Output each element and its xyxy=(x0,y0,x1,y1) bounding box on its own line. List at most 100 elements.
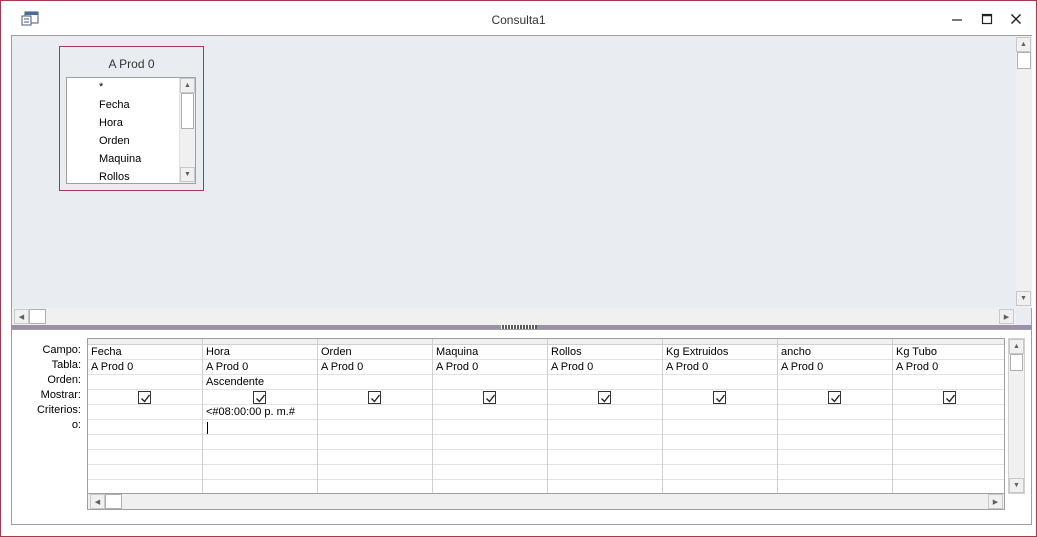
grid-vscrollbar[interactable]: ▲ ▼ xyxy=(1008,338,1025,494)
field-item-hora[interactable]: Hora xyxy=(99,117,123,129)
show-checkbox[interactable] xyxy=(828,391,841,404)
design-area-hscrollbar[interactable]: ◀ ▶ xyxy=(12,308,1016,325)
grid-cell-mostrar[interactable] xyxy=(433,390,547,405)
grid-cell-empty[interactable] xyxy=(433,450,547,465)
grid-cell-campo[interactable]: Rollos xyxy=(548,345,662,360)
scroll-right-arrow-icon[interactable]: ▶ xyxy=(988,494,1003,509)
grid-cell-tabla[interactable]: A Prod 0 xyxy=(663,360,777,375)
grid-cell-mostrar[interactable] xyxy=(203,390,317,405)
show-checkbox[interactable] xyxy=(253,391,266,404)
scroll-up-arrow-icon[interactable]: ▲ xyxy=(1016,37,1031,52)
grid-cell-empty[interactable] xyxy=(893,450,1004,465)
scroll-down-arrow-icon[interactable]: ▼ xyxy=(1009,478,1024,493)
minimize-button[interactable] xyxy=(943,7,971,31)
grid-cell-empty[interactable] xyxy=(893,465,1004,480)
grid-cell-mostrar[interactable] xyxy=(778,390,892,405)
grid-cell-orden[interactable]: Ascendente xyxy=(203,375,317,390)
grid-cell-empty[interactable] xyxy=(203,465,317,480)
grid-column[interactable]: Maquina A Prod 0 xyxy=(433,339,548,493)
scroll-down-arrow-icon[interactable]: ▼ xyxy=(180,167,195,182)
grid-cell-tabla[interactable]: A Prod 0 xyxy=(548,360,662,375)
grid-column[interactable]: Orden A Prod 0 xyxy=(318,339,433,493)
grid-cell-empty[interactable] xyxy=(88,480,202,493)
field-item-maquina[interactable]: Maquina xyxy=(99,153,141,165)
grid-cell-o[interactable] xyxy=(203,420,317,435)
grid-cell-empty[interactable] xyxy=(778,480,892,493)
grid-cell-empty[interactable] xyxy=(778,450,892,465)
grid-cell-orden[interactable] xyxy=(88,375,202,390)
grid-cell-empty[interactable] xyxy=(88,435,202,450)
grid-column[interactable]: ancho A Prod 0 xyxy=(778,339,893,493)
grid-cell-orden[interactable] xyxy=(548,375,662,390)
grid-cell-empty[interactable] xyxy=(778,435,892,450)
grid-cell-mostrar[interactable] xyxy=(88,390,202,405)
title-bar[interactable]: Consulta1 xyxy=(1,1,1036,35)
field-item-all[interactable]: * xyxy=(99,81,103,93)
show-checkbox[interactable] xyxy=(138,391,151,404)
field-list[interactable]: * Fecha Hora Orden Maquina Rollos ▲ ▼ xyxy=(66,77,196,184)
grid-column[interactable]: Kg Tubo A Prod 0 xyxy=(893,339,1004,493)
grid-cell-empty[interactable] xyxy=(548,480,662,493)
maximize-button[interactable] xyxy=(973,7,1001,31)
grid-cell-campo[interactable]: Fecha xyxy=(88,345,202,360)
grid-cell-campo[interactable]: Orden xyxy=(318,345,432,360)
grid-cell-empty[interactable] xyxy=(318,450,432,465)
grid-cell-mostrar[interactable] xyxy=(663,390,777,405)
scroll-left-arrow-icon[interactable]: ◀ xyxy=(90,494,105,509)
grid-cell-tabla[interactable]: A Prod 0 xyxy=(318,360,432,375)
grid-cell-orden[interactable] xyxy=(663,375,777,390)
grid-cell-tabla[interactable]: A Prod 0 xyxy=(893,360,1004,375)
grid-column[interactable]: Fecha A Prod 0 xyxy=(88,339,203,493)
grid-cell-campo[interactable]: ancho xyxy=(778,345,892,360)
grid-cell-empty[interactable] xyxy=(433,465,547,480)
grid-cell-empty[interactable] xyxy=(433,435,547,450)
grid-cell-o[interactable] xyxy=(88,420,202,435)
grid-cell-o[interactable] xyxy=(433,420,547,435)
grid-cell-o[interactable] xyxy=(548,420,662,435)
field-item-orden[interactable]: Orden xyxy=(99,135,130,147)
design-vscroll-thumb[interactable] xyxy=(1017,52,1031,69)
grid-cell-empty[interactable] xyxy=(203,435,317,450)
table-field-list-box[interactable]: A Prod 0 * Fecha Hora Orden Maquina Roll… xyxy=(59,46,204,191)
grid-cell-empty[interactable] xyxy=(663,465,777,480)
grid-cell-empty[interactable] xyxy=(663,435,777,450)
field-list-scroll-thumb[interactable] xyxy=(181,93,194,129)
grid-cell-empty[interactable] xyxy=(318,480,432,493)
grid-cell-mostrar[interactable] xyxy=(318,390,432,405)
grid-cell-orden[interactable] xyxy=(778,375,892,390)
grid-cell-orden[interactable] xyxy=(893,375,1004,390)
show-checkbox[interactable] xyxy=(713,391,726,404)
grid-cell-empty[interactable] xyxy=(548,465,662,480)
design-hscroll-thumb[interactable] xyxy=(29,309,46,324)
scroll-up-arrow-icon[interactable]: ▲ xyxy=(180,78,195,93)
grid-cell-empty[interactable] xyxy=(548,435,662,450)
grid-hscroll-thumb[interactable] xyxy=(105,494,122,509)
grid-column[interactable]: Rollos A Prod 0 xyxy=(548,339,663,493)
show-checkbox[interactable] xyxy=(483,391,496,404)
grid-cell-orden[interactable] xyxy=(318,375,432,390)
grid-cell-empty[interactable] xyxy=(893,480,1004,493)
grid-cell-criterios[interactable] xyxy=(663,405,777,420)
show-checkbox[interactable] xyxy=(943,391,956,404)
grid-cell-empty[interactable] xyxy=(433,480,547,493)
table-design-area[interactable]: A Prod 0 * Fecha Hora Orden Maquina Roll… xyxy=(11,35,1032,327)
close-button[interactable] xyxy=(1002,7,1030,31)
grid-cell-tabla[interactable]: A Prod 0 xyxy=(433,360,547,375)
grid-cell-mostrar[interactable] xyxy=(893,390,1004,405)
grid-cell-o[interactable] xyxy=(778,420,892,435)
grid-cell-empty[interactable] xyxy=(663,480,777,493)
grid-cell-mostrar[interactable] xyxy=(548,390,662,405)
qbe-grid[interactable]: Fecha A Prod 0 Hora A Prod 0 Ascendente <#08:… xyxy=(87,338,1005,494)
grid-cell-o[interactable] xyxy=(893,420,1004,435)
grid-cell-campo[interactable]: Kg Tubo xyxy=(893,345,1004,360)
grid-cell-empty[interactable] xyxy=(88,465,202,480)
grid-cell-tabla[interactable]: A Prod 0 xyxy=(203,360,317,375)
scroll-left-arrow-icon[interactable]: ◀ xyxy=(14,309,29,324)
grid-cell-empty[interactable] xyxy=(203,480,317,493)
grid-cell-criterios[interactable] xyxy=(88,405,202,420)
grid-cell-orden[interactable] xyxy=(433,375,547,390)
grid-vscroll-thumb[interactable] xyxy=(1010,354,1023,371)
field-item-fecha[interactable]: Fecha xyxy=(99,99,130,111)
show-checkbox[interactable] xyxy=(598,391,611,404)
grid-cell-empty[interactable] xyxy=(663,450,777,465)
